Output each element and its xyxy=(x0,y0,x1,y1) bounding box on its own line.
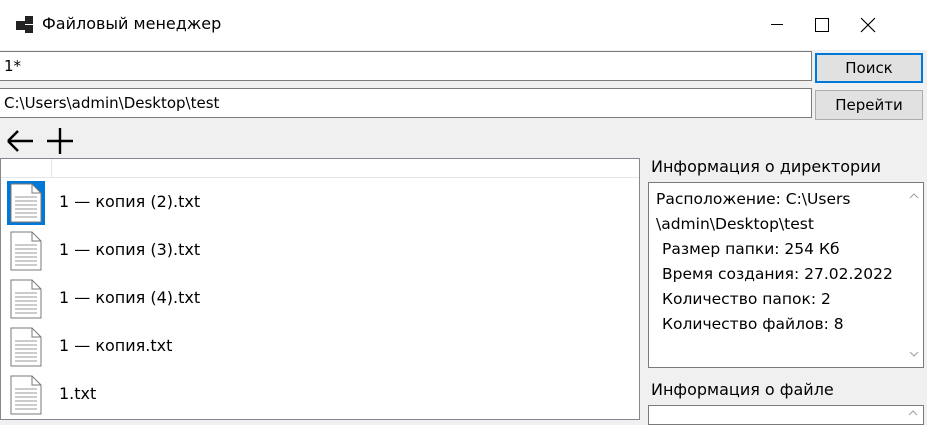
minimize-icon xyxy=(771,24,783,25)
minimize-button[interactable] xyxy=(754,0,800,50)
maximize-icon xyxy=(815,18,829,32)
path-input[interactable]: C:\Users\admin\Desktop\test xyxy=(0,88,812,118)
file-name: 1.txt xyxy=(59,384,97,403)
search-input[interactable]: 1* xyxy=(0,51,812,81)
file-row[interactable]: 1.txt xyxy=(1,370,639,418)
close-icon xyxy=(860,17,876,33)
file-name: 1 — копия (4).txt xyxy=(59,288,201,307)
info-line-files: Количество файлов: 8 xyxy=(662,315,844,333)
directory-info-label: Информация о директории xyxy=(651,157,881,176)
file-name: 1 — копия (3).txt xyxy=(59,240,201,259)
file-name: 1 — копия (2).txt xyxy=(59,192,201,211)
close-button[interactable] xyxy=(845,0,891,50)
file-row[interactable]: 1 — копия (2).txt xyxy=(1,178,639,226)
list-header xyxy=(1,159,639,178)
directory-info-box[interactable]: Расположение: C:\Users \admin\Desktop\te… xyxy=(648,182,924,368)
file-info-box[interactable] xyxy=(648,405,924,425)
text-file-icon xyxy=(7,229,45,273)
chevron-up-icon[interactable] xyxy=(909,193,919,199)
text-file-icon xyxy=(7,277,45,321)
info-line-size: Размер папки: 254 Кб xyxy=(662,240,840,258)
info-line-location-cont: \admin\Desktop\test xyxy=(656,215,814,233)
scrollbar[interactable] xyxy=(905,183,923,367)
search-button[interactable]: Поиск xyxy=(815,53,923,83)
text-file-icon xyxy=(7,325,45,369)
text-file-icon xyxy=(7,373,45,417)
window-title: Файловый менеджер xyxy=(42,14,222,33)
info-line-location: Расположение: C:\Users xyxy=(656,190,851,208)
maximize-button[interactable] xyxy=(799,0,845,50)
title-bar: Файловый менеджер xyxy=(0,0,927,50)
file-name: 1 — копия.txt xyxy=(59,336,173,355)
info-line-created: Время создания: 27.02.2022 xyxy=(662,265,893,283)
go-button[interactable]: Перейти xyxy=(815,90,923,120)
plus-icon[interactable] xyxy=(44,125,76,157)
chevron-down-icon[interactable] xyxy=(909,351,919,357)
file-row[interactable]: 1 — копия.txt xyxy=(1,322,639,370)
file-row[interactable]: 1 — копия (4).txt xyxy=(1,274,639,322)
chevron-up-icon[interactable] xyxy=(908,410,918,416)
file-info-label: Информация о файле xyxy=(651,380,834,399)
arrow-left-icon[interactable] xyxy=(4,125,36,157)
file-row[interactable]: 1 — копия (3).txt xyxy=(1,226,639,274)
file-list[interactable]: 1 — копия (2).txt 1 — копия (3).txt 1 — ко… xyxy=(0,158,640,420)
info-line-folders: Количество папок: 2 xyxy=(662,290,831,308)
text-file-icon xyxy=(7,181,45,225)
app-icon xyxy=(16,16,34,34)
